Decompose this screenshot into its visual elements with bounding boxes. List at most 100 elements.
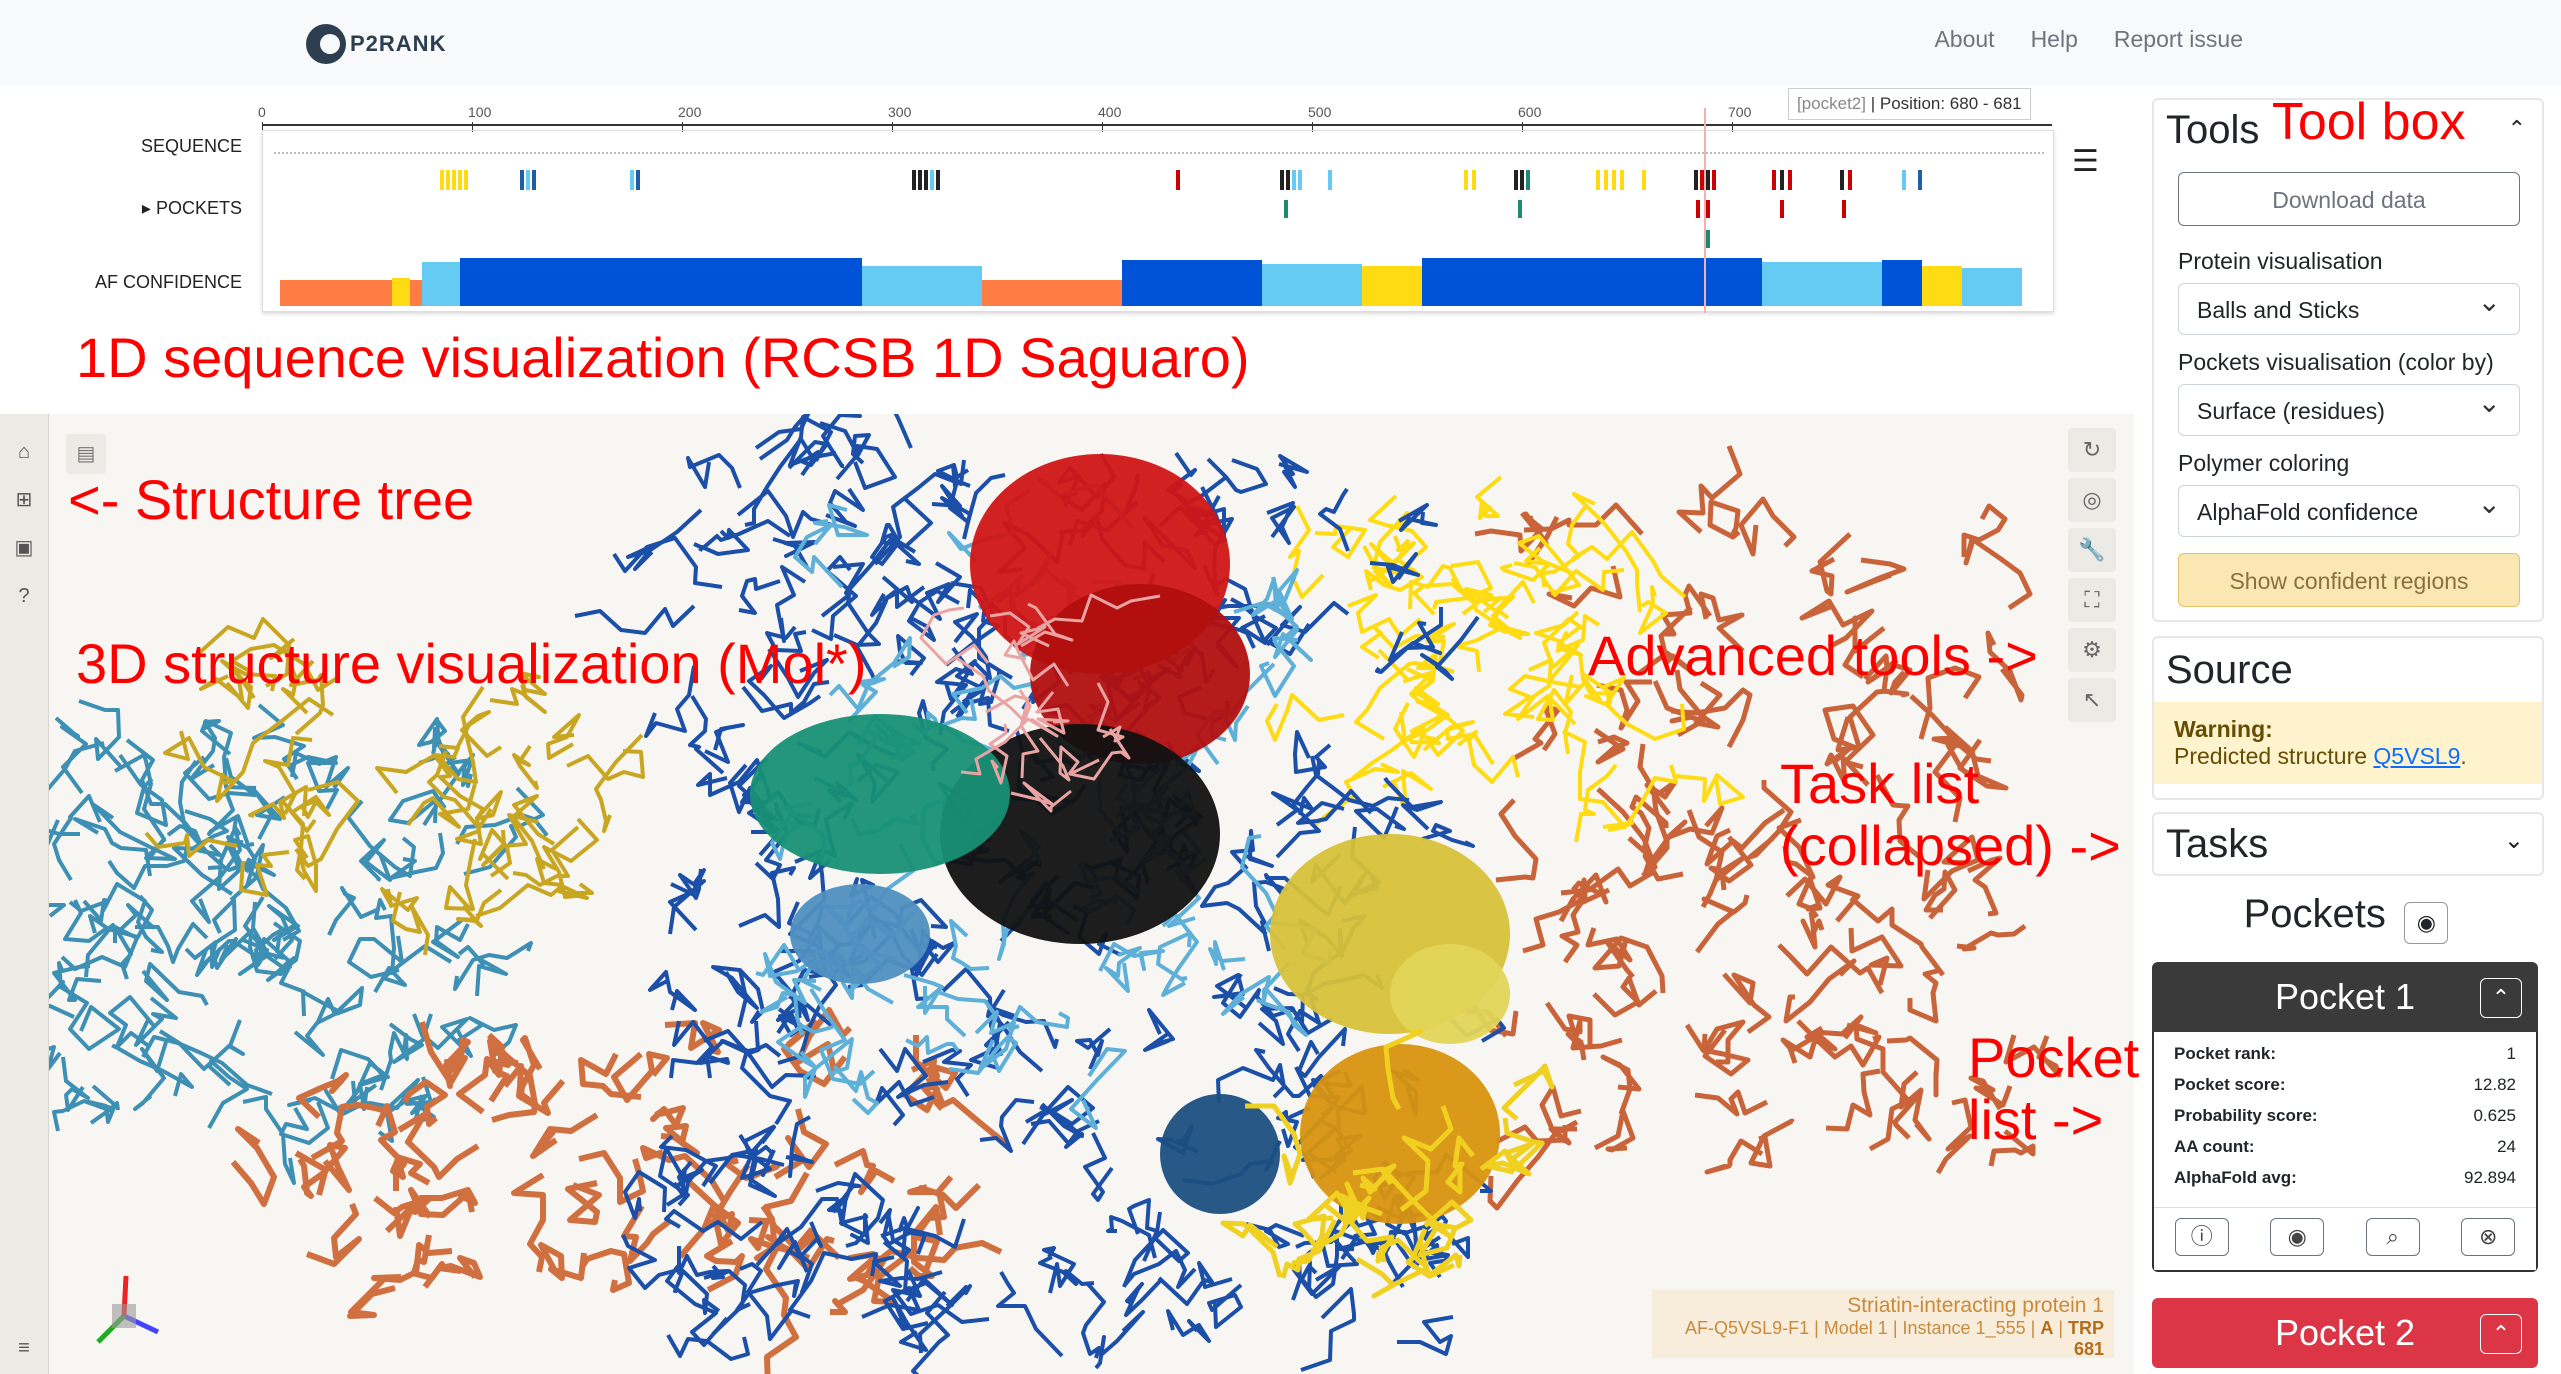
pocket-vis-select[interactable]: Surface (residues) <box>2178 377 2520 436</box>
sequence-mark <box>1280 170 1284 190</box>
structure-3d-viewer[interactable] <box>0 414 2134 1374</box>
tools-card-header[interactable]: Tools Tool box ⌃ <box>2154 96 2542 162</box>
p2rank-logo[interactable]: P2RANK <box>306 24 446 64</box>
confidence-segment <box>1362 266 1422 306</box>
pocket-mark <box>1284 200 1288 218</box>
chevron-up-icon[interactable]: ⌃ <box>2480 978 2522 1018</box>
pocket-card-header[interactable]: Pocket 2 ⌃ <box>2152 1298 2538 1368</box>
sequence-mark <box>1642 170 1646 190</box>
sequence-mark <box>1514 170 1518 190</box>
annotation-structure-viz: 3D structure visualization (Mol*) <box>76 632 867 695</box>
pocket-mark <box>1706 230 1710 248</box>
reset-view-icon[interactable]: ↻ <box>2068 428 2116 472</box>
axis-tick-label: 100 <box>468 104 492 120</box>
tasks-title: Tasks <box>2166 822 2269 866</box>
nav-report-issue-link[interactable]: Report issue <box>2114 26 2243 53</box>
confidence-segment <box>1422 258 1762 306</box>
pockets-header: Pockets ◉ <box>2152 884 2540 944</box>
tasks-card[interactable]: Tasks ⌄ <box>2152 812 2544 876</box>
pocket-rank-row: Pocket rank: 1 <box>2174 1044 2516 1063</box>
confidence-segment <box>1122 260 1262 306</box>
home-icon[interactable]: ⌂ <box>12 440 36 464</box>
row-label-pockets[interactable]: ▸ POCKETS <box>0 198 242 219</box>
pocket-card: Pocket 2 ⌃ <box>2152 1298 2538 1368</box>
row-label-af-confidence: AF CONFIDENCE <box>94 272 242 292</box>
uniprot-link[interactable]: Q5VSL9 <box>2373 743 2460 769</box>
sequence-mark <box>1526 170 1530 190</box>
annotation-structure-tree: <- Structure tree <box>68 468 475 531</box>
help-icon[interactable]: ? <box>12 584 36 608</box>
pocket-mark <box>1842 200 1846 218</box>
pocket-actions: ⓘ ◉ ⌕ ⊗ <box>2154 1207 2536 1266</box>
screenshot-icon[interactable]: ◎ <box>2068 478 2116 522</box>
sequence-mark <box>532 170 536 190</box>
save-icon[interactable]: ▣ <box>12 536 36 560</box>
sequence-mark <box>1292 170 1296 190</box>
sequence-mark <box>1520 170 1524 190</box>
warning-title: Warning: <box>2174 716 2273 742</box>
pocket-score-row: Pocket score: 12.82 <box>2174 1075 2516 1094</box>
nav-help-link[interactable]: Help <box>2031 26 2078 53</box>
position-cursor <box>1704 108 1706 313</box>
polymer-coloring-label: Polymer coloring <box>2178 450 2350 476</box>
sequence-mark <box>1848 170 1852 190</box>
pocket-tracks[interactable] <box>262 160 2052 310</box>
structure-tree-icon[interactable]: ⊞ <box>12 488 36 512</box>
chevron-down-icon[interactable]: ⌄ <box>2504 826 2524 855</box>
select-pointer-icon[interactable]: ↖ <box>2068 678 2116 722</box>
sequence-mark <box>1604 170 1608 190</box>
settings-sliders-icon[interactable]: ≡ <box>12 1336 36 1360</box>
nav-about-link[interactable]: About <box>1934 26 1994 53</box>
pocket-surface[interactable] <box>1390 944 1510 1044</box>
sequence-mark <box>1596 170 1600 190</box>
search-icon[interactable]: ⌕ <box>2365 1218 2420 1256</box>
expand-caret-icon: ▸ <box>141 198 156 218</box>
sequence-mark <box>1706 170 1710 190</box>
pocket-surface[interactable] <box>1160 1094 1280 1214</box>
structure-info-overlay: Striatin-interacting protein 1 AF-Q5VSL9… <box>1652 1290 2114 1359</box>
pocket-surface[interactable] <box>750 714 1010 874</box>
molecule-render[interactable] <box>0 414 2134 1374</box>
close-icon[interactable]: ⊗ <box>2461 1218 2516 1256</box>
sequence-mark <box>924 170 928 190</box>
sequence-mark <box>1772 170 1776 190</box>
info-icon[interactable]: ⓘ <box>2174 1218 2229 1256</box>
axis-tick-label: 600 <box>1518 104 1542 120</box>
polymer-coloring-select[interactable]: AlphaFold confidence <box>2178 478 2520 537</box>
confidence-segment <box>460 258 862 306</box>
pocket-name: Pocket 1 <box>2274 976 2416 1017</box>
sequence-mark <box>1612 170 1616 190</box>
sequence-mark <box>1902 170 1906 190</box>
tools-card: Tools Tool box ⌃ Download data Protein v… <box>2152 96 2544 622</box>
protein-vis-label: Protein visualisation <box>2178 248 2383 274</box>
show-confident-regions-button[interactable]: Show confident regions <box>2178 553 2520 607</box>
row-label-sequence: SEQUENCE <box>140 136 242 156</box>
probability-score-row: Probability score: 0.625 <box>2174 1106 2516 1125</box>
pocket-surface[interactable] <box>790 884 930 984</box>
source-card-header: Source <box>2154 638 2542 702</box>
confidence-segment <box>1922 266 1962 306</box>
position-tooltip: [pocket2] | Position: 680 - 681 <box>1788 88 2031 120</box>
protein-vis-select[interactable]: Balls and Sticks <box>2178 276 2520 335</box>
sequence-mark <box>1712 170 1716 190</box>
annotation-task-list: Task list (collapsed) -> <box>1780 752 2121 877</box>
chevron-up-icon[interactable]: ⌃ <box>2480 1314 2522 1354</box>
confidence-segment <box>862 266 982 306</box>
pocket-card: Pocket 1 ⌃ Pocket rank: 1 Pocket score: 12… <box>2152 962 2538 1272</box>
download-data-button[interactable]: Download data <box>2178 172 2520 226</box>
eye-icon[interactable]: ◉ <box>2270 1218 2325 1256</box>
chevron-up-icon[interactable]: ⌃ <box>2508 116 2526 142</box>
sequence-dots <box>274 152 2044 154</box>
pocket-card-header[interactable]: Pocket 1 ⌃ <box>2152 962 2538 1032</box>
axis-tick-label: 0 <box>258 104 266 120</box>
fullscreen-icon[interactable]: ⛶ <box>2068 578 2116 622</box>
menu-icon[interactable]: ☰ <box>2072 144 2099 179</box>
settings-icon[interactable]: ⚙ <box>2068 628 2116 672</box>
sequence-mark <box>1620 170 1624 190</box>
axis-tick-label: 500 <box>1308 104 1332 120</box>
eye-icon[interactable]: ◉ <box>2404 901 2449 944</box>
tools-wrench-icon[interactable]: 🔧 <box>2068 528 2116 572</box>
pocket-mark <box>1706 200 1710 218</box>
sequence-mark <box>458 170 462 190</box>
annotation-sequence-viz: 1D sequence visualization (RCSB 1D Sagua… <box>76 326 1250 389</box>
